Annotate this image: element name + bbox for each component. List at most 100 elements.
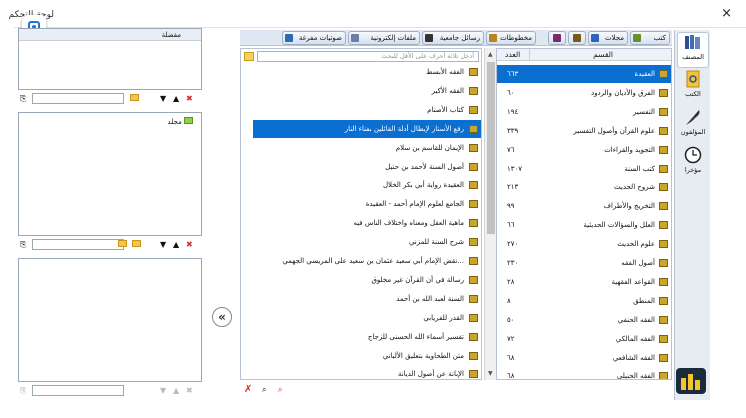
book-row[interactable]: تفسير أسماء الله الحسنى للزجاج (253, 328, 481, 346)
book-row[interactable]: الجامع لعلوم الإمام أحمد - العقيدة (253, 195, 481, 213)
up-icon[interactable]: ▲ (173, 93, 179, 104)
folder-icon[interactable] (132, 239, 141, 250)
scroll-down-icon[interactable]: ▼ (488, 370, 493, 377)
tab-magazines[interactable]: مجلات (588, 31, 628, 45)
delete-icon[interactable]: ✖ (186, 239, 193, 250)
category-row[interactable]: التخريج والأطراف ٩٩ (497, 197, 671, 215)
book-icon (469, 370, 478, 379)
exit-icon[interactable]: ⎘ (20, 93, 26, 104)
sidebar-item-classification[interactable]: المصنف (677, 32, 709, 68)
graduation-cap-icon (425, 34, 433, 42)
category-row[interactable]: التفسير ١٩٤ (497, 103, 671, 121)
category-count: ٦٦ (507, 221, 515, 230)
down-icon[interactable]: ▼ (160, 93, 166, 104)
category-row[interactable]: القواعد الفقهية ٢٨ (497, 273, 671, 291)
category-row[interactable]: علوم القرآن وأصول التفسير ٣٣٩ (497, 122, 671, 140)
book-icon (659, 221, 668, 230)
tab-collections[interactable] (548, 31, 566, 45)
exit-icon[interactable]: ⎘ (20, 385, 26, 396)
settings-button[interactable] (676, 368, 706, 394)
tab-theses-label: رسائل جامعية (439, 34, 480, 42)
scroll-up-icon[interactable]: ▲ (488, 51, 493, 58)
sidebar-item-authors[interactable]: المؤلفون (677, 108, 709, 142)
tree-folder-item[interactable]: مجلد (168, 117, 193, 126)
category-row[interactable]: الفرق والأديان والردود ٦٠ (497, 84, 671, 102)
category-row[interactable]: كتب السنة ١٣٠٧ (497, 160, 671, 178)
delete-icon[interactable]: ✖ (186, 93, 193, 104)
close-icon[interactable]: × (721, 6, 732, 21)
book-icon (659, 88, 668, 97)
book-row[interactable]: شرح السنة للمزني (253, 233, 481, 251)
tab-theses[interactable]: رسائل جامعية (422, 31, 484, 45)
scroll-thumb[interactable] (487, 62, 495, 234)
category-row[interactable]: شروح الحديث ٢١٣ (497, 178, 671, 196)
category-name: العقيدة (634, 70, 655, 78)
book-row[interactable]: الإيمان للقاسم بن سلام (253, 139, 481, 157)
category-row[interactable]: الفقه المالكي ٧٢ (497, 330, 671, 348)
down-icon[interactable]: ▼ (160, 239, 166, 250)
category-count: ٦٠ (507, 88, 515, 97)
sidebar-item-books[interactable]: الكتب (677, 70, 709, 104)
search-icon[interactable]: ⌕ (262, 385, 266, 395)
book-icon (659, 372, 668, 379)
collapse-arrow-button[interactable]: « (212, 307, 232, 327)
category-row[interactable]: المنطق ٨ (497, 292, 671, 310)
category-row[interactable]: العقيدة ٦٦٣ (497, 65, 671, 83)
category-row[interactable]: الفقه الحنفي ٥٠ (497, 311, 671, 329)
col-name-header: القسم (593, 50, 613, 59)
tab-transcripts[interactable]: صوتيات مفرغة (282, 31, 346, 45)
book-row[interactable]: أصول السنة لأحمد بن حنبل (253, 158, 481, 176)
category-count: ٥٠ (507, 315, 515, 324)
book-row[interactable]: السنة لعبد الله بن أحمد (253, 290, 481, 308)
category-row[interactable]: الفقه الشافعي ٦٨ (497, 349, 671, 367)
exit-icon[interactable]: ⎘ (20, 239, 26, 250)
book-icon (659, 353, 668, 362)
book-row[interactable]: نقض الإمام أبي سعيد عثمان بن سعيد على ال… (253, 252, 481, 270)
settings-bar-icon (688, 374, 693, 390)
favorites-header: مفضلة (19, 29, 201, 41)
category-count: ٩٩ (507, 202, 515, 211)
book-row[interactable]: الفقه الأكبر (253, 82, 481, 100)
category-name: شروح الحديث (614, 183, 655, 192)
book-row[interactable]: القدر للفريابي (253, 309, 481, 327)
tab-ebooks[interactable]: ملفات إلكترونية (348, 31, 420, 45)
up-icon[interactable]: ▲ (173, 385, 179, 396)
books-icon (685, 35, 700, 49)
book-row[interactable]: رسالة في أن القرآن غير مخلوق (253, 271, 481, 289)
down-icon[interactable]: ▼ (160, 385, 166, 396)
notes-input[interactable] (32, 385, 124, 396)
folder-icon[interactable] (130, 93, 139, 104)
book-row[interactable]: رفع الأستار لإبطال أدلة القائلين بفناء ا… (253, 119, 481, 138)
up-icon[interactable]: ▲ (173, 239, 179, 250)
book-row[interactable]: الفقه الأبسط (253, 63, 481, 81)
clear-search-icon[interactable]: ⌕ (278, 385, 282, 395)
category-row[interactable]: التجويد والقراءات ٧٦ (497, 141, 671, 159)
tab-books[interactable]: كتب (630, 31, 670, 45)
book-row[interactable]: كتاب الأصنام (253, 101, 481, 119)
delete-icon[interactable]: ✖ (186, 385, 193, 396)
book-title: الفقه الأبسط (426, 68, 464, 76)
book-row[interactable]: الإبانة عن أصول الديانة (253, 365, 481, 379)
books-search-input[interactable]: أدخل ثلاثة أحرف على الأقل للبحث (257, 51, 479, 62)
book-row[interactable]: العقيدة رواية أبي بكر الخلال (253, 176, 481, 194)
delete-icon[interactable]: ✗ (244, 384, 252, 395)
book-icon (659, 277, 668, 286)
tab-manuscripts[interactable]: مخطوطات (486, 31, 536, 45)
favorites-input[interactable] (32, 93, 124, 104)
book-title: رسالة في أن القرآن غير مخلوق (371, 275, 465, 284)
tree-input[interactable] (32, 239, 124, 250)
book-icon (659, 70, 668, 78)
book-row[interactable]: ماهية العقل ومعناه واختلاف الناس فيه (253, 214, 481, 232)
title-bar: لوحة التحكم × (9, 2, 746, 28)
tab-journals[interactable] (568, 31, 586, 45)
new-folder-icon[interactable] (118, 239, 127, 250)
books-scrollbar[interactable]: ▲ ▼ (484, 48, 496, 380)
book-row[interactable]: متن الطحاوية بتعليق الألباني (253, 347, 481, 365)
category-row[interactable]: الفقه الحنبلي ٦٨ (497, 367, 671, 379)
green-folder-icon (184, 117, 193, 124)
category-row[interactable]: العلل والسؤالات الحديثية ٦٦ (497, 216, 671, 234)
sidebar-item-recent[interactable]: مؤخرا (677, 146, 709, 180)
category-row[interactable]: أصول الفقه ٢٣٠ (497, 254, 671, 272)
sidebar-item-label: الكتب (685, 90, 701, 98)
category-row[interactable]: علوم الحديث ٢٧٠ (497, 235, 671, 253)
